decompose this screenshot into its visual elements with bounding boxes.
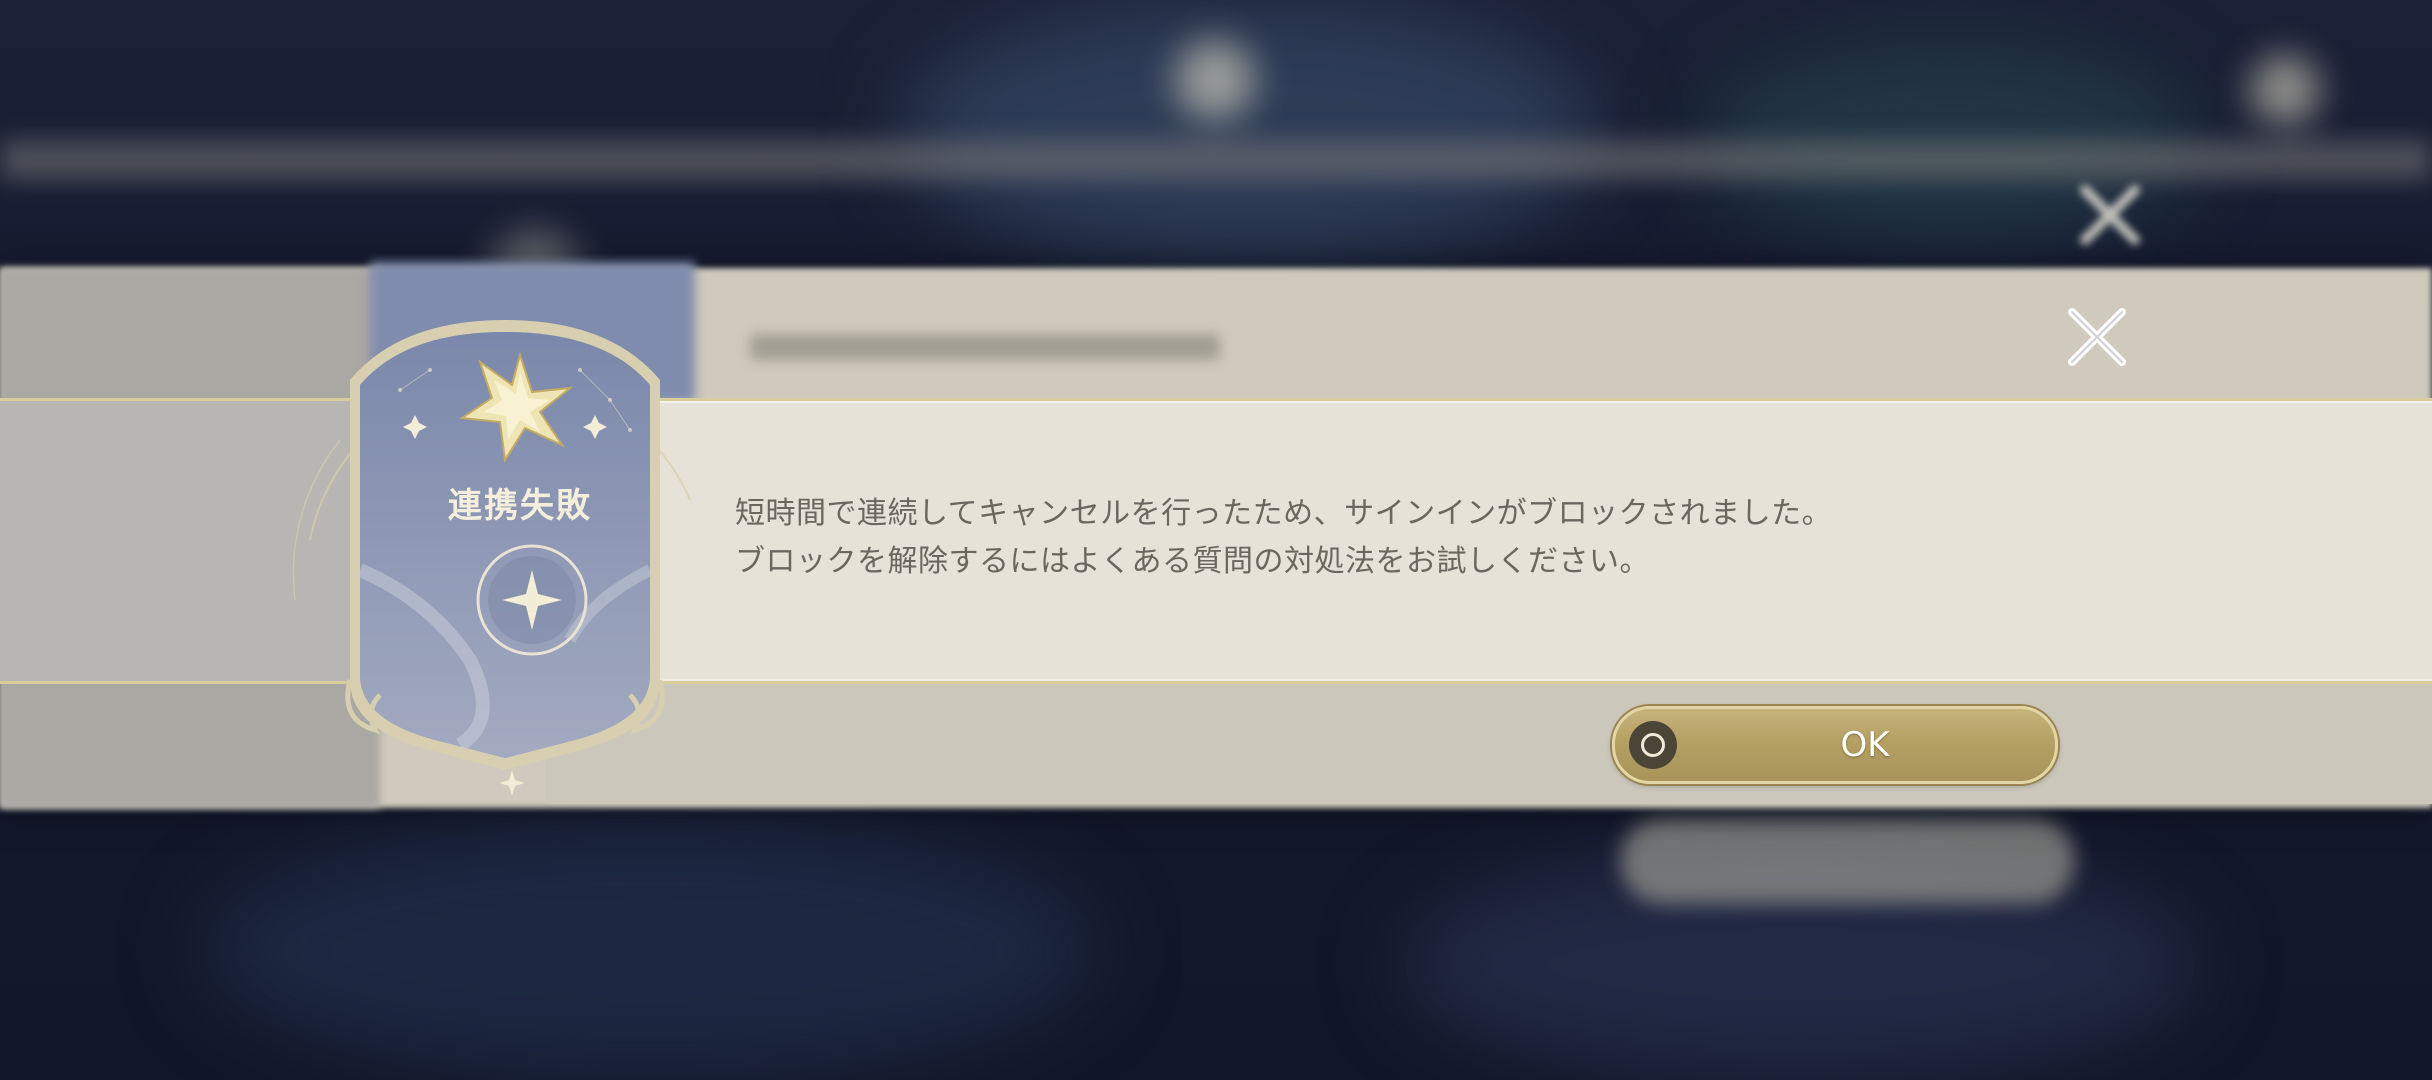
game-screen: 短時間で連続してキャンセルを行ったため、サインインがブロックされました。 ブロッ… [0, 0, 2432, 1080]
background-blob [200, 820, 1100, 1080]
ok-button[interactable]: OK [1612, 706, 2058, 784]
background-blob [900, 0, 1600, 260]
ok-button-label: OK [1840, 725, 1890, 765]
background-bar [0, 140, 2432, 180]
circle-button-icon [1629, 721, 1677, 769]
failure-badge [292, 320, 691, 796]
message-line-2: ブロックを解除するにはよくある質問の対処法をお試しください。 [735, 544, 1650, 579]
message-line-1: 短時間で連続してキャンセルを行ったため、サインインがブロックされました。 [735, 496, 1833, 531]
background-glow [1175, 40, 1255, 120]
close-icon[interactable] [2060, 300, 2134, 374]
background-close-icon [2080, 185, 2140, 245]
dialog-footer [545, 684, 2432, 804]
background-button [1620, 818, 2075, 904]
badge-title: 連携失敗 [448, 486, 592, 526]
outer-window-title [750, 334, 1220, 360]
dialog-message: 短時間で連続してキャンセルを行ったため、サインインがブロックされました。 ブロッ… [735, 490, 2235, 586]
background-glow [2250, 55, 2320, 125]
